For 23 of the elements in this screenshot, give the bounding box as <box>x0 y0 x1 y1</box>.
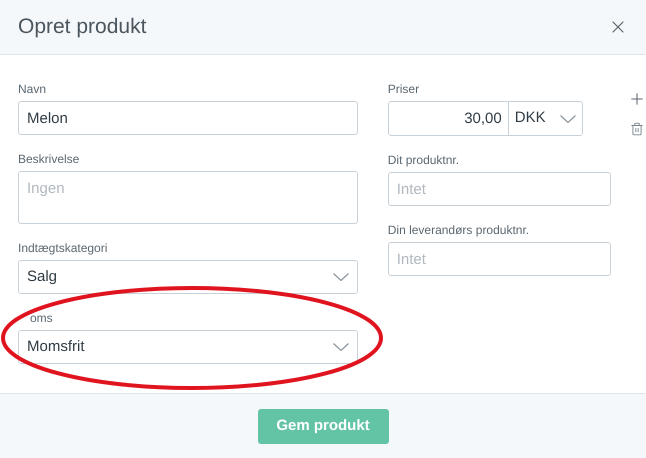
field-label: oms <box>30 311 53 325</box>
text-field[interactable]: Melon <box>18 101 358 135</box>
select-field[interactable]: Momsfrit <box>18 330 358 364</box>
price-field[interactable]: 30,00 DKK <box>388 101 583 136</box>
select-value: Salg <box>27 266 58 287</box>
chevron-down-icon <box>332 273 349 281</box>
trash-icon[interactable] <box>630 122 644 136</box>
select-field[interactable]: Salg <box>18 260 358 294</box>
field-label: Beskrivelse <box>18 152 80 166</box>
field-label: Din leverandørs produktnr. <box>388 223 530 237</box>
chevron-down-icon <box>560 114 576 122</box>
field-label: Navn <box>18 82 46 96</box>
field-label: Dit produktnr. <box>388 153 460 167</box>
text-field[interactable]: Intet <box>388 172 611 206</box>
field-label: Priser <box>388 82 420 96</box>
price-amount: 30,00 <box>388 102 509 135</box>
currency-value: DKK <box>514 108 546 128</box>
dialog-title: Opret produkt <box>18 14 146 40</box>
text-field[interactable]: Intet <box>388 242 611 276</box>
select-value: Momsfrit <box>27 336 84 357</box>
field-label: Indtægtskategori <box>18 241 108 255</box>
chevron-down-icon <box>332 343 349 351</box>
description-field[interactable]: Ingen <box>18 171 358 224</box>
